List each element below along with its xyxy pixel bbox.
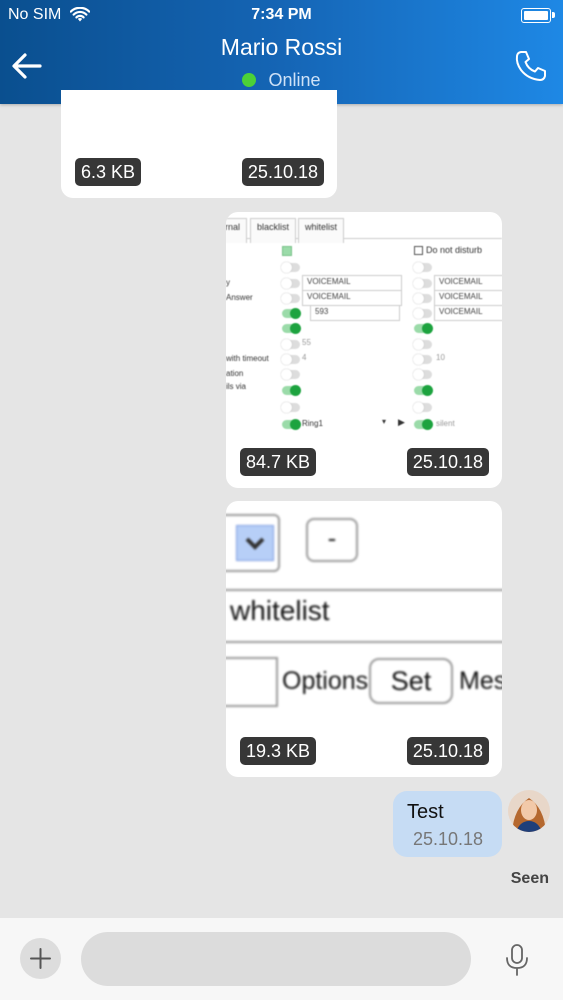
preview-label: 4 [302,353,307,362]
toggle-switch-icon [413,278,432,289]
preview-label: Ring1 [302,419,323,428]
preview-label: y [226,278,230,287]
message-composer [0,918,563,1000]
checkbox-icon [282,246,292,256]
checkbox-icon [414,246,423,255]
message-time: 25.10.18 [413,829,484,849]
toggle-switch-icon [282,323,301,334]
preview-tabs: rnal blacklist whitelist [226,218,502,243]
preview-label: ils via [226,382,247,391]
image-preview: rnal blacklist whitelist Do not disturb [226,212,502,488]
contact-name: Mario Rossi [220,34,343,60]
image-message[interactable]: - whitelist Options Set Mes 19.3 KB 25.1… [226,501,502,777]
preview-label: Answer [226,293,253,302]
message-text: Test [407,801,444,823]
text-message-bubble[interactable]: Test 25.10.18 [393,791,502,857]
read-receipt: Seen [510,870,549,887]
image-preview: - whitelist Options Set Mes [226,501,502,777]
battery-icon [521,8,555,23]
preview-select: VOICEMAIL [434,275,502,291]
preview-text: Options [282,667,369,695]
toggle-switch-icon [281,293,300,304]
toggle-switch-icon [281,339,300,350]
toggle-switch-icon [281,354,300,365]
preview-select: VOICEMAIL [434,305,502,321]
toggle-switch-icon [413,402,432,413]
toggle-switch-icon [281,402,300,413]
chevron-down-icon: ▾ [382,417,387,426]
status-bar: No SIM 7:34 PM [0,6,563,26]
preview-dash: - [306,518,358,562]
presence-label: Online [268,70,321,90]
preview-select: 593 [310,305,400,321]
message-input[interactable] [81,932,471,986]
toggle-switch-icon [281,278,300,289]
file-size-badge: 84.7 KB [240,448,317,476]
preview-text: Mes [459,667,502,695]
message-date-badge: 25.10.18 [406,448,489,476]
preview-select: VOICEMAIL [302,275,402,291]
toggle-switch-icon [413,262,432,273]
file-size-badge: 6.3 KB [75,158,142,186]
preview-select: VOICEMAIL [302,290,402,306]
avatar [508,790,550,832]
clock-label: 7:34 PM [251,6,312,23]
microphone-icon[interactable] [503,942,531,978]
toggle-switch-icon [281,262,300,273]
toggle-switch-icon [281,369,300,380]
online-indicator-icon [242,73,257,87]
toggle-switch-icon [413,308,432,319]
toggle-switch-icon [414,323,433,334]
toggle-switch-icon [413,339,432,350]
preview-select: VOICEMAIL [434,290,502,306]
plus-icon[interactable] [20,938,61,979]
toggle-switch-icon [282,385,301,396]
file-attachment-message[interactable]: 6.3 KB 25.10.18 [61,90,337,198]
preview-label: silent [436,419,455,428]
toggle-switch-icon [413,354,432,365]
preview-tab: whitelist [298,218,345,243]
toggle-switch-icon [413,293,432,304]
phone-icon[interactable] [513,48,549,84]
toggle-switch-icon [282,419,301,430]
preview-label: 55 [302,338,311,347]
toggle-switch-icon [414,419,433,430]
preview-label: Do not disturb [426,245,483,255]
preview-label: ation [226,369,244,378]
toggle-switch-icon [414,385,433,396]
message-date-badge: 25.10.18 [406,737,489,765]
message-date-badge: 25.10.18 [241,158,324,186]
toggle-switch-icon [282,308,301,319]
preview-tab: rnal [226,218,248,243]
preview-label: 10 [436,353,445,362]
play-icon: ▶ [398,417,405,427]
file-size-badge: 19.3 KB [240,737,317,765]
preview-text: Set [369,658,453,704]
chat-header: No SIM 7:34 PM Mario Rossi Online [0,0,563,104]
toggle-switch-icon [413,369,432,380]
preview-text: whitelist [230,595,330,626]
presence-status: Online [0,70,563,91]
chevron-down-icon [236,525,274,561]
image-message[interactable]: rnal blacklist whitelist Do not disturb [226,212,502,488]
preview-label: with timeout [226,354,269,363]
preview-tab: blacklist [250,218,297,243]
